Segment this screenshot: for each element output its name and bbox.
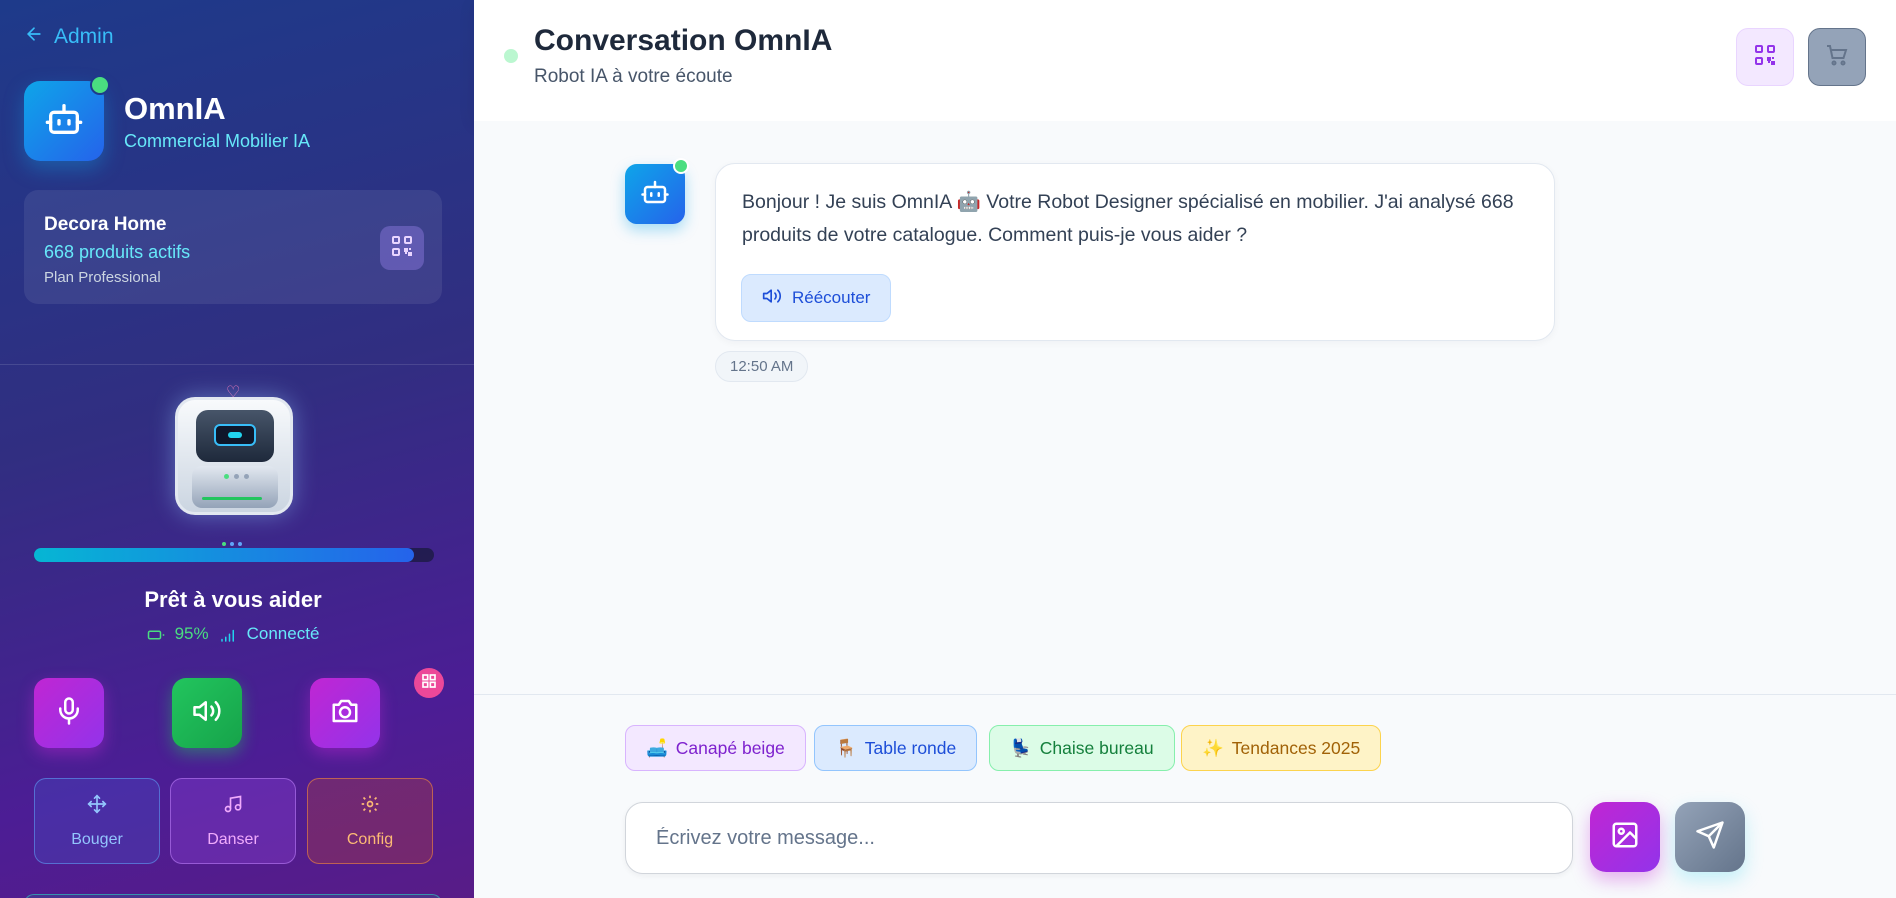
bot-message-bubble: Bonjour ! Je suis OmnIA 🤖 Votre Robot De… <box>715 163 1555 341</box>
message-input[interactable] <box>625 802 1573 874</box>
robot-energy-fill <box>34 548 414 562</box>
qr-code-icon <box>1753 43 1777 72</box>
speaker-icon <box>762 286 782 311</box>
microphone-button[interactable] <box>34 678 104 748</box>
bot-message-avatar <box>625 158 689 224</box>
brand-title: OmnIA <box>124 90 226 126</box>
robot-illustration <box>175 397 293 515</box>
robot-avatar <box>24 75 110 161</box>
suggestion-label: Tendances 2025 <box>1231 737 1361 758</box>
connection-status: Connecté <box>246 624 320 643</box>
store-product-count: 668 produits actifs <box>44 242 191 262</box>
suggestion-chip-table[interactable]: 🪑 Table ronde <box>814 725 978 771</box>
bot-icon <box>640 177 670 212</box>
mode-dance-label: Danser <box>207 830 259 848</box>
online-status-dot <box>673 158 689 174</box>
sofa-icon: 🛋️ <box>646 737 668 758</box>
send-image-button[interactable] <box>1590 802 1660 872</box>
camera-icon <box>330 696 360 731</box>
suggestion-chip-canape[interactable]: 🛋️ Canapé beige <box>625 725 806 771</box>
arrow-left-icon <box>24 24 44 50</box>
back-link-label: Admin <box>54 25 114 48</box>
speaker-icon <box>192 696 222 731</box>
robot-energy-bar <box>34 548 434 562</box>
page-title: Conversation OmnIA <box>534 24 833 57</box>
qr-code-icon <box>421 673 437 694</box>
send-icon <box>1695 820 1725 855</box>
qr-shortcut-button[interactable] <box>414 668 444 698</box>
page-subtitle: Robot IA à votre écoute <box>534 66 733 87</box>
robot-status-title: Prêt à vous aider <box>144 587 322 612</box>
sidebar-divider <box>0 364 474 365</box>
image-icon <box>1610 820 1640 855</box>
seat-icon: 💺 <box>1010 737 1032 758</box>
online-status-dot <box>90 75 110 95</box>
send-button[interactable] <box>1675 802 1745 872</box>
sparkles-icon: ✨ <box>1202 737 1224 758</box>
suggestion-label: Chaise bureau <box>1039 737 1154 758</box>
chair-icon: 🪑 <box>835 737 857 758</box>
suggestion-chip-chaise[interactable]: 💺 Chaise bureau <box>989 725 1175 771</box>
bot-icon <box>44 99 84 144</box>
chat-messages: Bonjour ! Je suis OmnIA 🤖 Votre Robot De… <box>474 121 1896 694</box>
store-qr-button[interactable] <box>380 226 424 270</box>
brand-subtitle: Commercial Mobilier IA <box>124 130 311 151</box>
robot-status-line: 95% Connecté <box>0 624 466 644</box>
suggestion-chip-tendances[interactable]: ✨ Tendances 2025 <box>1181 725 1382 771</box>
store-plan: Plan Professional <box>44 269 161 286</box>
speaker-button[interactable] <box>172 678 242 748</box>
suggestion-label: Table ronde <box>864 737 957 758</box>
back-to-admin-link[interactable]: Admin <box>24 24 114 50</box>
camera-button[interactable] <box>310 678 380 748</box>
signal-icon <box>219 624 237 644</box>
suggestion-label: Canapé beige <box>675 737 785 758</box>
sidebar-bottom-card <box>24 894 442 898</box>
settings-icon <box>360 794 380 819</box>
cart-button[interactable] <box>1808 28 1866 86</box>
bot-message-text: Bonjour ! Je suis OmnIA 🤖 Votre Robot De… <box>742 191 1514 246</box>
robot-state-dots <box>222 542 242 546</box>
store-name: Decora Home <box>44 214 167 235</box>
move-icon <box>87 793 107 819</box>
microphone-icon <box>54 696 84 731</box>
mode-dance-button[interactable]: Danser <box>170 778 296 864</box>
message-composer: 🛋️ Canapé beige 🪑 Table ronde 💺 Chaise b… <box>474 694 1896 898</box>
mode-config-label: Config <box>346 830 394 848</box>
store-card: Decora Home 668 produits actifs Plan Pro… <box>24 190 442 304</box>
mode-move-button[interactable]: Bouger <box>34 778 160 864</box>
replay-label: Réécouter <box>792 288 871 307</box>
replay-audio-button[interactable]: Réécouter <box>741 274 892 322</box>
battery-level: 95% <box>174 624 209 643</box>
brand-header: OmnIA Commercial Mobilier IA <box>24 75 311 161</box>
mode-move-label: Bouger <box>71 830 123 848</box>
battery-icon <box>147 624 165 644</box>
chat-header: Conversation OmnIA Robot IA à votre écou… <box>474 0 1896 121</box>
qr-code-icon <box>390 234 414 263</box>
online-status-dot <box>504 49 518 63</box>
music-icon <box>223 794 243 819</box>
qr-code-button[interactable] <box>1736 28 1794 86</box>
cart-icon <box>1825 43 1849 72</box>
message-timestamp: 12:50 AM <box>715 351 809 382</box>
mode-config-button[interactable]: Config <box>307 778 433 864</box>
sidebar: Admin OmnIA Commercial Mobilier IA Decor… <box>0 0 474 898</box>
